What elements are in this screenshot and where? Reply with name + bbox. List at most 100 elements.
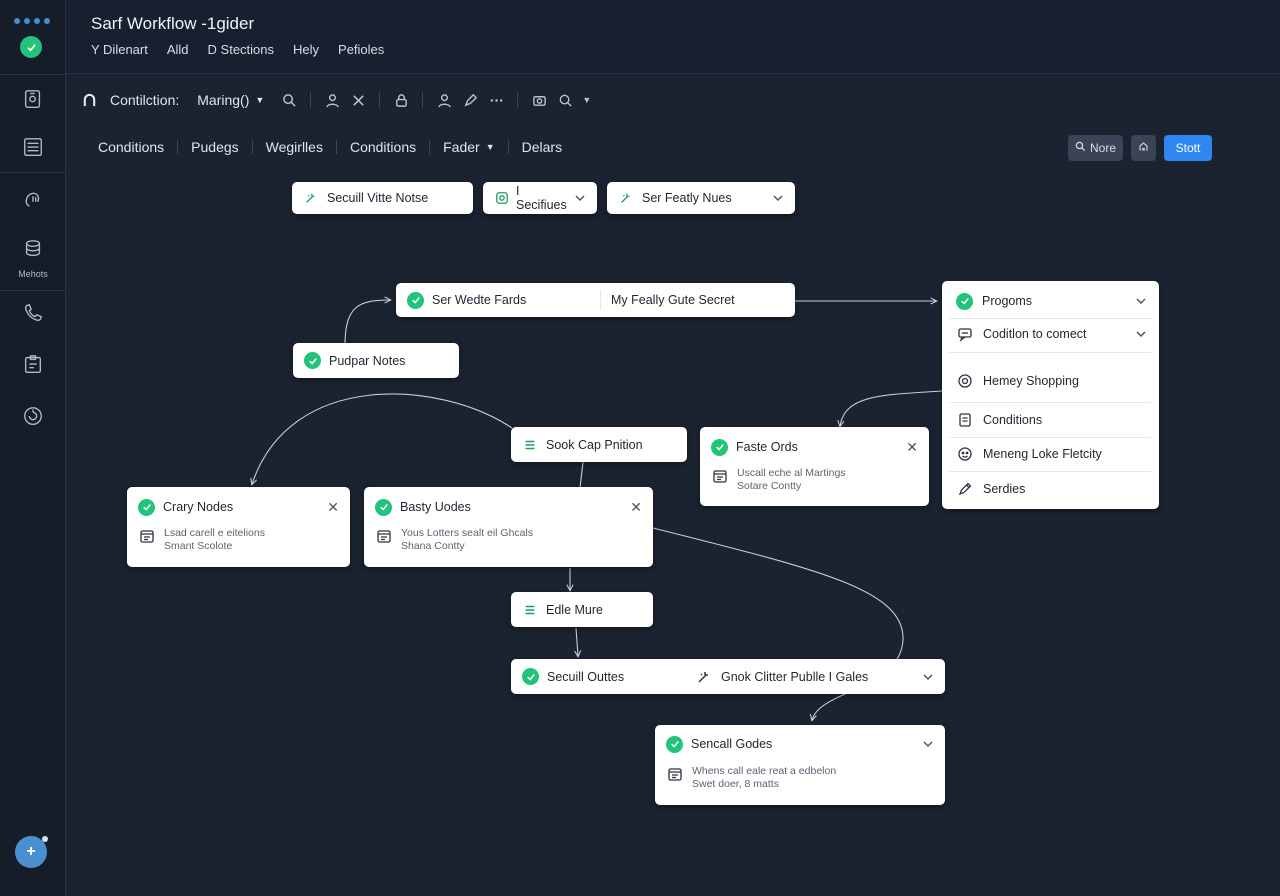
phone-icon [22, 302, 44, 329]
rail-item-clipboard[interactable] [0, 353, 66, 380]
card-meta: Smant Scolote [164, 540, 233, 552]
rail-item-list[interactable] [0, 136, 66, 163]
camera-icon[interactable] [530, 91, 548, 109]
window-dots-icon [14, 18, 50, 24]
menu-item[interactable]: Alld [167, 42, 189, 57]
card-description: Yous Lotters sealt eil Ghcals [401, 527, 534, 539]
card-title: Basty Uodes [400, 500, 471, 514]
start-button[interactable]: Stott [1164, 135, 1212, 161]
magnet-icon[interactable] [80, 91, 98, 109]
connector [252, 393, 513, 484]
toolbar-label: Contilction: [110, 92, 180, 108]
rail-item-gestures[interactable] [0, 188, 66, 215]
node-divider [600, 290, 601, 310]
sparkle-icon [618, 190, 634, 206]
close-icon[interactable] [349, 91, 367, 109]
tab-separator [177, 140, 179, 154]
chevron-down-icon [1135, 328, 1147, 340]
document-icon [956, 411, 974, 429]
calendar-icon [375, 527, 393, 545]
chevron-down-icon[interactable] [922, 671, 934, 683]
menu-item[interactable]: Y Dilenart [91, 42, 148, 57]
panel-item-label: Coditlon to comect [983, 327, 1087, 341]
connector [576, 627, 578, 656]
workflow-app: Mehots + Sarf Workflow -1gider Y Dilenar… [0, 0, 1280, 896]
filter-chip[interactable]: Ser Featly Nues [607, 182, 795, 214]
workflow-node[interactable]: Pudpar Notes [293, 343, 459, 378]
tab-conditions-2[interactable]: Conditions [350, 139, 416, 155]
panel-item-condition[interactable]: Coditlon to comect [956, 324, 1147, 344]
check-icon [375, 498, 392, 516]
tab-separator [335, 140, 337, 154]
list-icon [522, 437, 538, 453]
workflow-card[interactable]: Crary Nodes ✕ Lsad carell e eitelions Sm… [127, 487, 350, 567]
workflow-node[interactable]: Secuill Outtes Gnok Clitter Publle I Gal… [511, 659, 945, 694]
workflow-node[interactable]: Sook Cap Pnition [511, 427, 687, 462]
chevron-down-icon [574, 192, 586, 204]
lock-icon[interactable] [392, 91, 410, 109]
list-icon [522, 602, 538, 618]
pen-icon[interactable] [461, 91, 479, 109]
user-icon[interactable] [323, 91, 341, 109]
message-icon [956, 325, 974, 343]
rail-item-history[interactable] [0, 405, 66, 432]
rail-item-documents[interactable] [0, 88, 66, 115]
close-icon[interactable]: ✕ [327, 499, 339, 516]
tab-pages[interactable]: Pudegs [191, 139, 238, 155]
node-subtitle: Gnok Clitter Publle I Gales [721, 669, 869, 684]
menu-item[interactable]: Pefioles [338, 42, 384, 57]
panel-item-fletcity[interactable]: Meneng Loke Fletcity [956, 444, 1147, 464]
panel-item-conditions[interactable]: Conditions [956, 410, 1147, 430]
node-title: Pudpar Notes [329, 353, 406, 368]
filter-chip[interactable]: I Secifiues [483, 182, 597, 214]
sparkle-icon [303, 190, 319, 206]
tab-fader[interactable]: Fader ▼ [443, 139, 495, 155]
search-icon[interactable] [280, 91, 298, 109]
toolbar: Contilction: Maring() ▼ ▼ [66, 74, 1280, 126]
check-icon [522, 668, 539, 685]
caret-down-icon: ▼ [255, 95, 265, 105]
tab-delays[interactable]: Delars [522, 139, 562, 155]
node-title: Secuill Outtes [547, 669, 625, 684]
rail-item-methods[interactable]: Mehots [0, 238, 66, 279]
condition-dropdown[interactable]: Maring() ▼ [197, 92, 264, 108]
panel-item-shopping[interactable]: Hemey Shopping [956, 371, 1147, 391]
workflow-node[interactable]: Edle Mure [511, 592, 653, 627]
home-button[interactable] [1131, 135, 1156, 161]
rail-divider [0, 172, 66, 173]
tab-conditions[interactable]: Conditions [98, 139, 164, 155]
workflow-card[interactable]: Sencall Godes Whens call eale reat a edb… [655, 725, 945, 805]
panel-item-programs[interactable]: Progoms [956, 291, 1147, 311]
menu-item[interactable]: Hely [293, 42, 319, 57]
rail-item-calls[interactable] [0, 302, 66, 329]
zoom-icon[interactable] [556, 91, 574, 109]
check-icon [711, 438, 728, 456]
panel-item-serdies[interactable]: Serdies [956, 479, 1147, 499]
card-title: Crary Nodes [163, 500, 234, 514]
person-icon[interactable] [435, 91, 453, 109]
panel-divider [950, 402, 1151, 403]
card-description: Whens call eale reat a edbelon [692, 765, 837, 777]
menu-item[interactable]: D Stections [208, 42, 274, 57]
card-description: Uscall eche al Martings [737, 467, 846, 479]
panel-divider [950, 471, 1151, 472]
close-icon[interactable]: ✕ [906, 439, 918, 456]
panel-divider [950, 318, 1151, 319]
smiley-icon [956, 445, 974, 463]
tab-separator [507, 140, 509, 154]
add-fab-button[interactable]: + [15, 836, 48, 868]
more-icon[interactable] [487, 91, 505, 109]
filter-chip[interactable]: Secuill Vitte Notse [292, 182, 473, 214]
rail-divider [0, 74, 66, 75]
more-button[interactable]: Nore [1068, 135, 1123, 161]
caret-down-icon[interactable]: ▼ [582, 95, 591, 105]
workflow-node[interactable]: Ser Wedte Fards My Feally Gute Secret [396, 283, 795, 317]
chevron-down-icon[interactable] [922, 738, 934, 750]
workflow-card[interactable]: Faste Ords ✕ Uscall eche al Martings Sot… [700, 427, 929, 506]
node-title: Ser Wedte Fards [432, 293, 527, 307]
close-icon[interactable]: ✕ [630, 499, 642, 516]
workflow-card[interactable]: Basty Uodes ✕ Yous Lotters sealt eil Ghc… [364, 487, 653, 567]
tab-variables[interactable]: Wegirlles [266, 139, 323, 155]
calendar-icon [711, 467, 729, 485]
badge-icon [494, 190, 510, 206]
